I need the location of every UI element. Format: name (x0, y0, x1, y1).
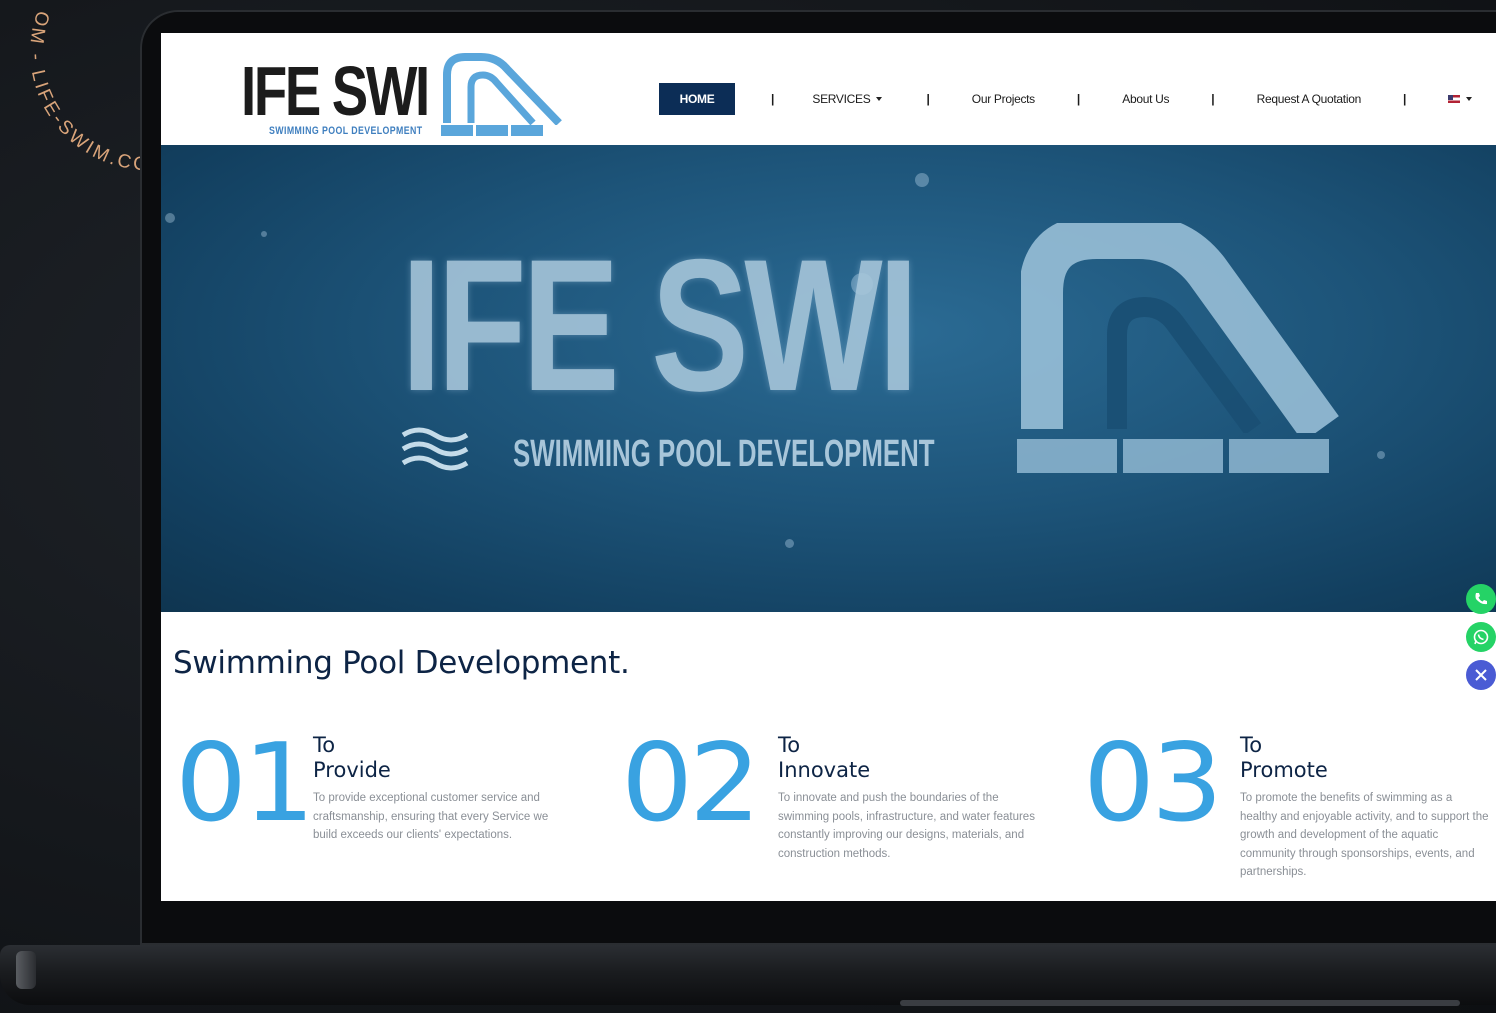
feature-heading-line2: Provide (313, 758, 391, 782)
nav-about-us[interactable]: About Us (1122, 83, 1169, 115)
feature-text: To provide exceptional customer service … (313, 792, 549, 841)
laptop-lip (900, 1000, 1460, 1006)
nav-separator: | (926, 92, 930, 106)
feature-heading-line1: To (778, 733, 801, 757)
hero-blocks (1017, 439, 1329, 473)
whatsapp-button[interactable] (1466, 622, 1496, 652)
nav-separator: | (1402, 92, 1407, 106)
nav-separator: | (1211, 92, 1215, 106)
close-icon (1475, 669, 1487, 681)
chevron-down-icon (1466, 97, 1473, 101)
hero-tagline: SWIMMING POOL DEVELOPMENT (513, 433, 935, 475)
feature-number: 02 (621, 721, 761, 846)
nav-home[interactable]: HOME (659, 83, 735, 115)
bubble (1377, 451, 1385, 459)
hero-banner: IFE SWI SWIMMING POOL DEVELOPMENT (161, 145, 1496, 612)
feature-heading-line1: To (1240, 733, 1263, 757)
hero-logo-wordmark: IFE SWI (401, 220, 919, 430)
feature-heading-line2: Innovate (778, 758, 871, 782)
us-flag-icon (1448, 95, 1461, 103)
feature-column-innovate: 02 To Innovate To innovate and push the … (621, 729, 1041, 893)
chevron-down-icon (876, 97, 883, 101)
hero-arch-icon (1021, 223, 1339, 433)
nav-separator: | (771, 92, 775, 106)
site-logo[interactable]: IFE SWI SWIMMING POOL DEVELOPMENT (235, 51, 562, 143)
logo-tagline: SWIMMING POOL DEVELOPMENT (269, 125, 423, 137)
logo-bars (441, 125, 543, 136)
feature-text: To promote the benefits of swimming as a… (1240, 792, 1489, 878)
feature-number: 03 (1083, 721, 1223, 846)
bubble (785, 539, 794, 548)
nav-services-label: SERVICES (812, 92, 871, 106)
feature-number: 01 (175, 721, 315, 846)
language-selector[interactable] (1448, 83, 1473, 115)
laptop-base (0, 945, 1496, 1006)
laptop-hinge (16, 951, 36, 989)
logo-wordmark: IFE SWI (241, 52, 430, 130)
bubble (915, 173, 929, 187)
feature-text: To innovate and push the boundaries of t… (778, 792, 1035, 860)
feature-heading-line2: Promote (1240, 758, 1328, 782)
website-screen: IFE SWI SWIMMING POOL DEVELOPMENT HOME |… (161, 33, 1496, 901)
feature-column-promote: 03 To Promote To promote the benefits of… (1083, 729, 1496, 893)
close-contact-button[interactable] (1466, 660, 1496, 690)
feature-heading: To Innovate (778, 733, 870, 783)
whatsapp-icon (1473, 629, 1489, 645)
feature-column-provide: 01 To Provide To provide exceptional cus… (175, 729, 595, 893)
site-header: IFE SWI SWIMMING POOL DEVELOPMENT HOME |… (161, 33, 1496, 145)
nav-our-projects[interactable]: Our Projects (972, 83, 1035, 115)
nav-separator: | (1076, 92, 1081, 106)
logo-arch-icon (443, 53, 562, 125)
nav-request-quotation[interactable]: Request A Quotation (1257, 83, 1362, 115)
phone-icon (1475, 593, 1487, 605)
feature-heading: To Provide (313, 733, 391, 783)
nav-services[interactable]: SERVICES (812, 83, 883, 115)
bubble (165, 213, 175, 223)
main-nav: HOME | SERVICES | Our Projects | About U… (659, 83, 1473, 115)
feature-heading: To Promote (1240, 733, 1328, 783)
hero-waves-icon (401, 427, 469, 471)
bubble (261, 231, 267, 237)
page-title: Swimming Pool Development. (173, 645, 630, 681)
phone-button[interactable] (1466, 584, 1496, 614)
feature-heading-line1: To (313, 733, 336, 757)
